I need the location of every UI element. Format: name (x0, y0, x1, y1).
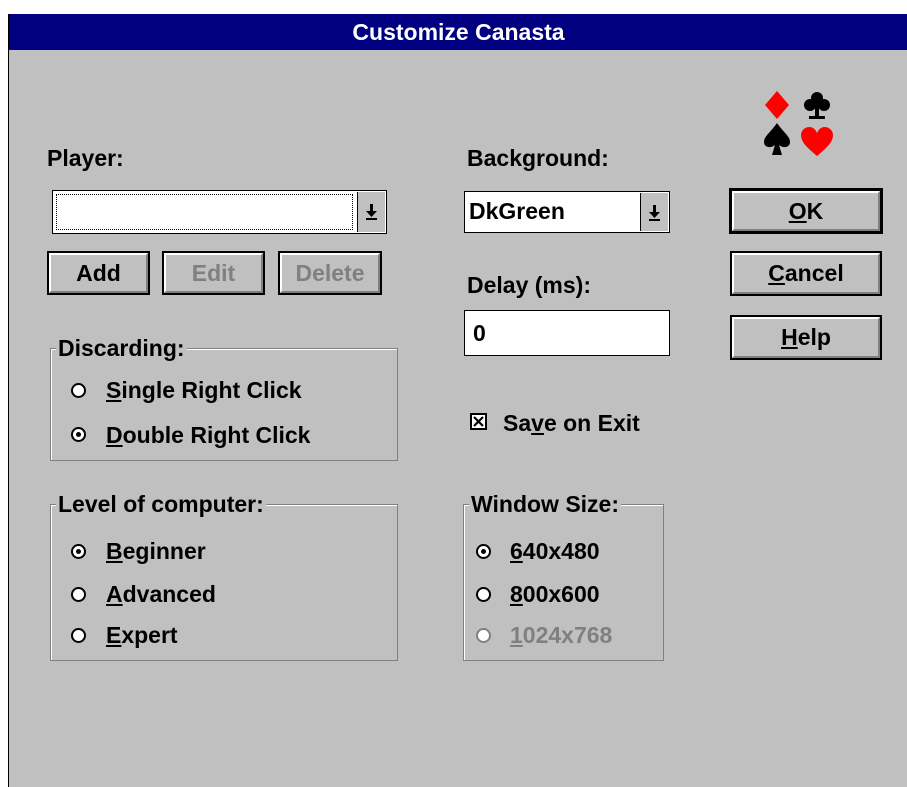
title-bar[interactable]: Customize Canasta (9, 14, 907, 50)
size-640x480-label[interactable]: 640x480 (510, 537, 600, 565)
delete-button[interactable]: Delete (278, 251, 382, 295)
background-value: DkGreen (469, 198, 565, 224)
player-dropdown-button[interactable] (357, 192, 385, 232)
size-640x480-radio[interactable] (476, 544, 491, 559)
level-group (50, 504, 398, 661)
background-dropdown-button[interactable] (640, 193, 668, 231)
single-right-click-label[interactable]: Single Right Click (106, 376, 302, 404)
save-on-exit-label[interactable]: Save on Exit (503, 409, 640, 437)
dialog-title: Customize Canasta (352, 19, 565, 45)
expert-radio[interactable] (71, 628, 86, 643)
double-right-click-label[interactable]: Double Right Click (106, 421, 310, 449)
size-1024x768-label[interactable]: 1024x768 (510, 621, 612, 649)
arrow-down-icon (366, 204, 377, 220)
add-button[interactable]: Add (47, 251, 150, 295)
delay-value: 0 (473, 320, 486, 346)
cancel-button[interactable]: Cancel (730, 251, 882, 296)
size-800x600-label[interactable]: 800x600 (510, 580, 600, 608)
advanced-radio[interactable] (71, 587, 86, 602)
save-on-exit-checkbox[interactable] (470, 413, 487, 430)
beginner-label[interactable]: Beginner (106, 537, 206, 565)
level-legend: Level of computer: (56, 490, 266, 518)
ok-button[interactable]: OK (729, 188, 883, 234)
expert-label[interactable]: Expert (106, 621, 178, 649)
edit-button[interactable]: Edit (162, 251, 265, 295)
heart-icon (801, 126, 833, 156)
customize-dialog: Customize Canasta Player: Add Edit Delet… (8, 14, 907, 787)
double-right-click-radio[interactable] (71, 427, 86, 442)
player-combobox[interactable] (52, 190, 387, 234)
spade-icon (764, 123, 790, 155)
check-x-icon (473, 416, 484, 427)
card-suits-logo (764, 91, 833, 156)
advanced-label[interactable]: Advanced (106, 580, 216, 608)
background-label: Background: (467, 145, 609, 171)
single-right-click-radio[interactable] (71, 383, 86, 398)
player-label: Player: (47, 145, 124, 171)
diamond-icon (765, 91, 789, 119)
player-focus-rect (56, 194, 353, 230)
help-button[interactable]: Help (730, 315, 882, 360)
discarding-legend: Discarding: (56, 334, 187, 362)
background-combobox[interactable]: DkGreen (464, 191, 670, 233)
size-1024x768-radio[interactable] (476, 628, 491, 643)
delay-input[interactable]: 0 (464, 310, 670, 356)
arrow-down-icon (649, 205, 660, 221)
beginner-radio[interactable] (71, 544, 86, 559)
club-icon (804, 92, 830, 119)
size-800x600-radio[interactable] (476, 587, 491, 602)
window-size-legend: Window Size: (469, 490, 622, 518)
delay-label: Delay (ms): (467, 272, 591, 298)
